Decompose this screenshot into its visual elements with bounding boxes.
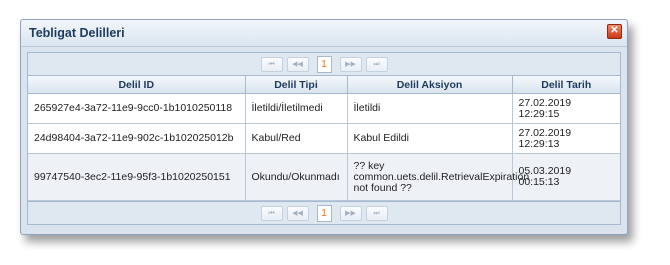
prev-page-button[interactable]: ◀◀ bbox=[286, 56, 309, 72]
cell-delil-aksiyon: ?? key common.uets.delil.RetrievalExpirat… bbox=[347, 153, 530, 201]
first-page-icon: ⏮ bbox=[268, 60, 275, 68]
cell-delil-tarih: 27.02.2019 12:29:15 bbox=[512, 93, 620, 124]
table-row[interactable]: 24d98404-3a72-11e9-902c-1b102025012b Kab… bbox=[28, 123, 620, 154]
first-page-icon: ⏮ bbox=[268, 209, 275, 217]
close-button[interactable]: ✕ bbox=[607, 24, 622, 39]
cell-delil-aksiyon: Kabul Edildi bbox=[347, 123, 513, 154]
dialog-titlebar: Tebligat Delilleri ✕ bbox=[21, 20, 627, 47]
dialog-window: Tebligat Delilleri ✕ ⏮ ◀◀ 1 ▶▶ ⏭ Delil I… bbox=[20, 19, 628, 235]
cell-delil-tarih: 05.03.2019 00:15:13 bbox=[512, 153, 620, 201]
first-page-button[interactable]: ⏮ bbox=[260, 56, 283, 72]
last-page-button[interactable]: ⏭ bbox=[365, 56, 388, 72]
page-number[interactable]: 1 bbox=[316, 204, 332, 222]
pager-bottom: ⏮ ◀◀ 1 ▶▶ ⏭ bbox=[28, 201, 620, 224]
grid-panel: ⏮ ◀◀ 1 ▶▶ ⏭ Delil ID Delil Tipi Delil Ak… bbox=[27, 52, 621, 225]
cell-delil-tarih: 27.02.2019 12:29:13 bbox=[512, 123, 620, 154]
column-header-delil-tarih[interactable]: Delil Tarih bbox=[512, 76, 620, 94]
cell-delil-aksiyon: İletildi bbox=[347, 93, 513, 124]
column-header-delil-id[interactable]: Delil ID bbox=[28, 76, 246, 94]
table-header-row: Delil ID Delil Tipi Delil Aksiyon Delil … bbox=[28, 76, 620, 94]
prev-page-button[interactable]: ◀◀ bbox=[286, 205, 309, 221]
table-row[interactable]: 99747540-3ec2-11e9-95f3-1b1020250151 Oku… bbox=[28, 153, 620, 201]
time-value: 00:15:13 bbox=[518, 176, 560, 188]
next-page-button[interactable]: ▶▶ bbox=[339, 205, 362, 221]
column-header-delil-aksiyon[interactable]: Delil Aksiyon bbox=[347, 76, 513, 94]
cell-delil-tipi: İletildi/İletilmedi bbox=[245, 93, 348, 124]
close-icon: ✕ bbox=[610, 25, 619, 36]
last-page-icon: ⏭ bbox=[373, 60, 380, 68]
time-value: 12:29:15 bbox=[518, 107, 560, 120]
next-page-icon: ▶▶ bbox=[345, 60, 356, 68]
dialog-title: Tebligat Delilleri bbox=[29, 26, 125, 40]
last-page-button[interactable]: ⏭ bbox=[365, 205, 388, 221]
cell-delil-id: 265927e4-3a72-11e9-9cc0-1b1010250118 bbox=[28, 93, 246, 124]
next-page-button[interactable]: ▶▶ bbox=[339, 56, 362, 72]
next-page-icon: ▶▶ bbox=[345, 209, 356, 217]
prev-page-icon: ◀◀ bbox=[292, 209, 303, 217]
date-value: 27.02.2019 bbox=[518, 96, 572, 109]
cell-delil-tipi: Okundu/Okunmadı bbox=[245, 153, 348, 201]
cell-delil-tipi: Kabul/Red bbox=[245, 123, 348, 154]
last-page-icon: ⏭ bbox=[373, 209, 380, 217]
cell-delil-id: 99747540-3ec2-11e9-95f3-1b1020250151 bbox=[28, 153, 246, 201]
table-row[interactable]: 265927e4-3a72-11e9-9cc0-1b1010250118 İle… bbox=[28, 93, 620, 124]
cell-delil-id: 24d98404-3a72-11e9-902c-1b102025012b bbox=[28, 123, 246, 154]
page-number[interactable]: 1 bbox=[316, 55, 332, 73]
column-header-delil-tipi[interactable]: Delil Tipi bbox=[245, 76, 348, 94]
action-line: common.uets.delil.RetrievalExpiration bbox=[353, 170, 530, 183]
date-value: 27.02.2019 bbox=[518, 126, 572, 139]
action-line: ?? key bbox=[353, 159, 385, 172]
evidence-table: Delil ID Delil Tipi Delil Aksiyon Delil … bbox=[28, 76, 620, 201]
first-page-button[interactable]: ⏮ bbox=[260, 205, 283, 221]
time-value: 12:29:13 bbox=[518, 137, 560, 150]
pager-top: ⏮ ◀◀ 1 ▶▶ ⏭ bbox=[28, 53, 620, 76]
action-line: not found ?? bbox=[353, 181, 412, 194]
prev-page-icon: ◀◀ bbox=[292, 60, 303, 68]
